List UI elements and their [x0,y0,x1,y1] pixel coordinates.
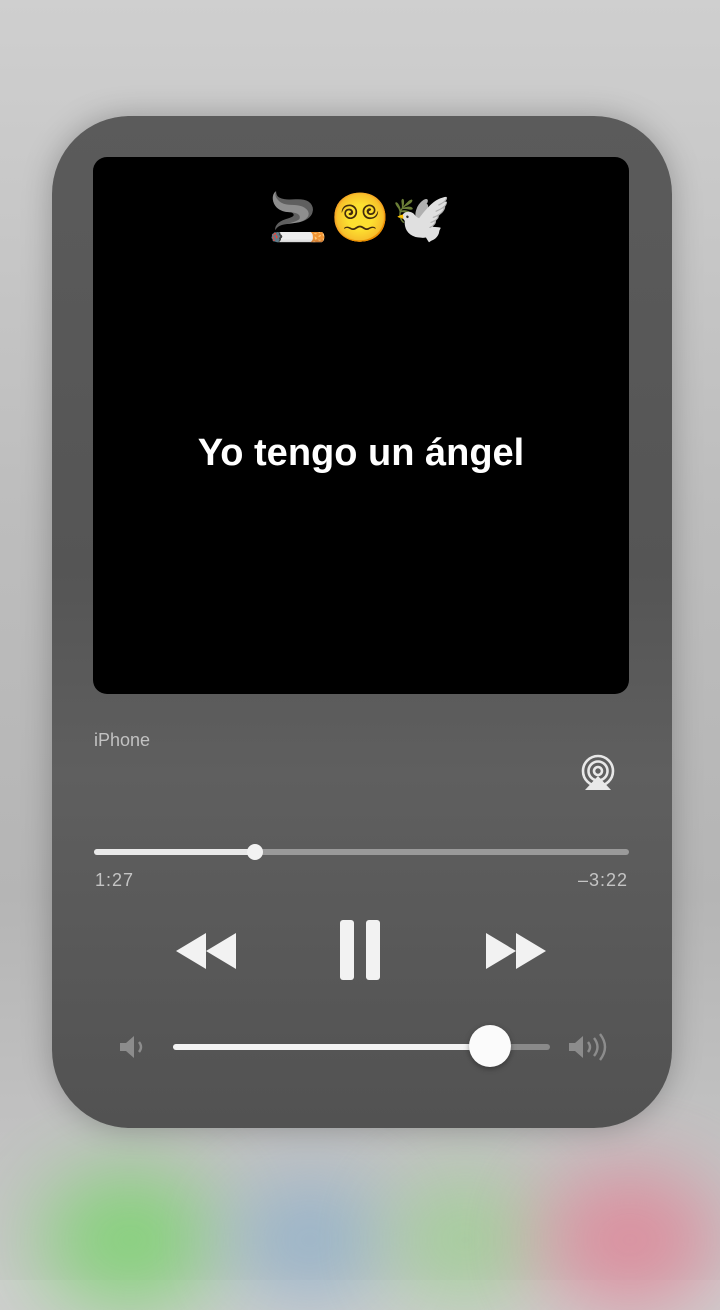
elapsed-time: 1:27 [95,870,135,890]
fast-forward-button[interactable] [482,922,552,980]
remaining-time: –3:22 [577,870,628,890]
output-device-label: iPhone [94,730,151,750]
pause-icon [340,920,380,980]
background-blur-green [40,1170,220,1310]
background-blur-pink [540,1170,720,1310]
artwork-emojis: 🚬😵‍💫🕊️ [268,192,454,245]
pause-button[interactable] [330,914,390,986]
speaker-high-icon [569,1033,607,1061]
rewind-button[interactable] [170,922,240,980]
background-blur-green-2 [390,1180,540,1300]
background-blur-blue [230,1180,390,1300]
fast-forward-icon [486,933,546,969]
album-artwork: 🚬😵‍💫🕊️ Yo tengo un ángel [93,157,629,694]
playback-scrubber-knob[interactable] [246,844,263,860]
artwork-lyric: Yo tengo un ángel [197,432,525,474]
airplay-icon [581,754,615,790]
volume-slider-fill [173,1044,490,1050]
volume-high-indicator [566,1030,614,1064]
volume-slider[interactable] [173,1025,550,1067]
speaker-low-icon [120,1036,143,1058]
rewind-icon [176,933,236,969]
playback-progress-fill [94,849,255,855]
playback-progress-bar[interactable] [94,844,629,860]
volume-slider-knob[interactable] [468,1025,511,1067]
volume-low-indicator [116,1030,152,1064]
airplay-button[interactable] [578,753,618,793]
